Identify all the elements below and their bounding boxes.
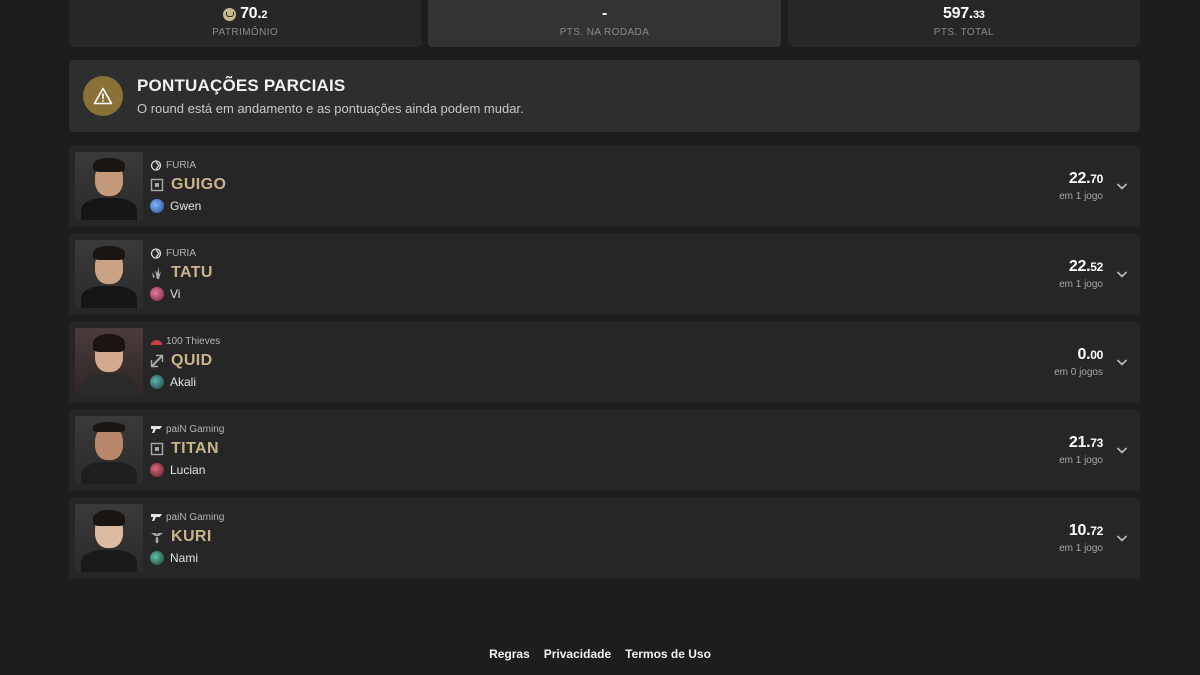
player-card-kuri[interactable]: paiN Gaming KURI Nami 10. 72 em 1 jogo	[69, 497, 1140, 579]
top-lane-icon	[150, 178, 164, 191]
chevron-down-icon[interactable]	[1115, 179, 1129, 193]
player-score: 21. 73 em 1 jogo	[1059, 434, 1103, 466]
player-card-titan[interactable]: paiN Gaming TITAN Lucian 21. 73 em 1 jogo	[69, 409, 1140, 491]
champion-nami-icon	[150, 550, 164, 565]
player-score: 0. 00 em 0 jogos	[1054, 346, 1103, 378]
chevron-down-icon[interactable]	[1115, 267, 1129, 281]
chevron-down-icon[interactable]	[1115, 355, 1129, 369]
team-name: paiN Gaming	[166, 511, 225, 523]
champion-name: Akali	[170, 374, 197, 389]
champion-vi-icon	[150, 286, 164, 301]
alert-title: PONTUAÇÕES PARCIAIS	[137, 76, 346, 95]
player-name: TITAN	[171, 439, 219, 457]
team-name: FURIA	[166, 247, 196, 259]
player-photo	[75, 416, 143, 484]
footer-links: Regras Privacidade Termos de Uso	[0, 647, 1200, 661]
footer-link-privacidade[interactable]: Privacidade	[544, 647, 611, 661]
furia-logo-icon	[150, 247, 162, 259]
player-score: 22. 70 em 1 jogo	[1059, 170, 1103, 202]
champion-lucian-icon	[150, 462, 164, 477]
stat-pts-total[interactable]: 597.33 PTS. TOTAL	[787, 0, 1140, 47]
team-name: FURIA	[166, 159, 196, 171]
games-count: em 1 jogo	[1059, 455, 1103, 466]
warning-icon	[83, 76, 123, 116]
stat-value: 70.2	[223, 5, 268, 24]
team-name: 100 Thieves	[166, 335, 221, 347]
stat-label: PATRIMÔNIO	[212, 27, 279, 38]
player-photo	[75, 328, 143, 396]
player-photo	[75, 504, 143, 572]
champion-name: Vi	[170, 286, 181, 301]
champion-gwen-icon	[150, 198, 164, 213]
coin-icon	[223, 8, 237, 21]
player-score: 22. 52 em 1 jogo	[1059, 258, 1103, 290]
stats-bar: 70.2 PATRIMÔNIO - PTS. NA RODADA 597.33 …	[69, 0, 1140, 47]
champion-name: Gwen	[170, 198, 202, 213]
player-card-quid[interactable]: 100 Thieves QUID Akali 0. 00 em 0 jogos	[69, 321, 1140, 403]
footer-link-regras[interactable]: Regras	[489, 647, 530, 661]
player-name: QUID	[171, 351, 213, 369]
player-score: 10. 72 em 1 jogo	[1059, 522, 1103, 554]
games-count: em 1 jogo	[1059, 279, 1103, 290]
stat-label: PTS. NA RODADA	[559, 27, 650, 38]
bot-lane-icon	[150, 442, 164, 455]
mid-lane-icon	[150, 354, 164, 367]
games-count: em 0 jogos	[1054, 367, 1103, 378]
stat-value: 597.33	[943, 5, 985, 22]
footer-link-termos[interactable]: Termos de Uso	[625, 647, 711, 661]
partial-scores-alert: PONTUAÇÕES PARCIAIS O round está em anda…	[69, 60, 1140, 132]
games-count: em 1 jogo	[1059, 191, 1103, 202]
jungle-icon	[152, 266, 161, 279]
chevron-down-icon[interactable]	[1115, 443, 1129, 457]
player-photo	[75, 152, 143, 220]
player-list: FURIA GUIGO Gwen 22.70 em 1 jogo FURIA	[69, 145, 1140, 579]
pain-gaming-logo-icon	[151, 513, 162, 521]
games-count: em 1 jogo	[1059, 543, 1103, 554]
team-name: paiN Gaming	[166, 423, 225, 435]
player-card-tatu[interactable]: FURIA TATU Vi 22. 52 em 1 jogo	[69, 233, 1140, 315]
pain-gaming-logo-icon	[151, 425, 162, 433]
chevron-down-icon[interactable]	[1115, 531, 1129, 545]
player-name: TATU	[171, 263, 213, 281]
stat-pts-rodada[interactable]: - PTS. NA RODADA	[428, 0, 781, 47]
stat-label: PTS. TOTAL	[933, 27, 994, 38]
champion-name: Lucian	[170, 462, 206, 477]
champion-akali-icon	[150, 374, 164, 389]
player-card-guigo[interactable]: FURIA GUIGO Gwen 22. 70 em 1 jogo	[69, 145, 1140, 227]
player-name: KURI	[171, 527, 212, 545]
100-thieves-logo-icon	[151, 339, 162, 345]
stat-patrimonio: 70.2 PATRIMÔNIO	[69, 0, 422, 47]
furia-logo-icon	[150, 159, 162, 171]
stat-value: -	[601, 5, 607, 22]
alert-message: O round está em andamento e as pontuaçõe…	[137, 101, 524, 116]
support-icon	[151, 532, 163, 543]
player-name: GUIGO	[171, 175, 227, 193]
champion-name: Nami	[170, 550, 199, 565]
player-photo	[75, 240, 143, 308]
